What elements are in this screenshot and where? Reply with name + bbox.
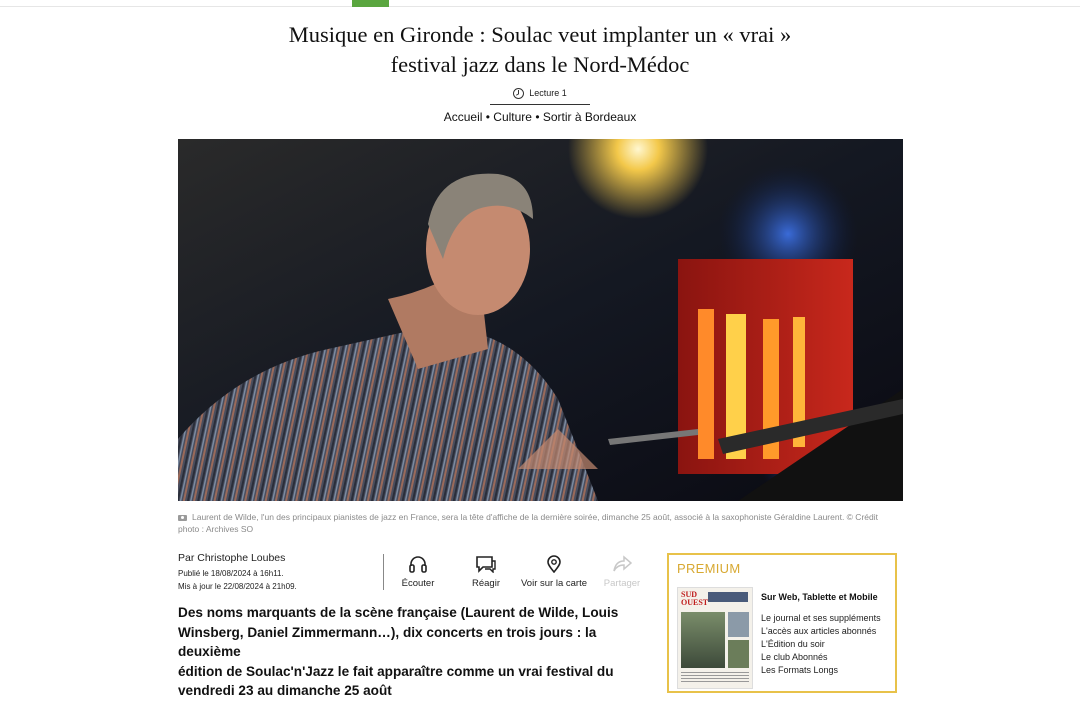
newspaper-thumbnail: SUD OUEST — [677, 587, 753, 689]
map-label: Voir sur la carte — [521, 578, 587, 589]
breadcrumb: Accueil • Culture • Sortir à Bordeaux — [443, 110, 637, 124]
author[interactable]: Par Christophe Loubes — [178, 552, 285, 564]
article-lead: Des noms marquants de la scène française… — [178, 605, 619, 698]
breadcrumb-item-accueil[interactable]: Accueil — [444, 110, 483, 124]
breadcrumb-item-sortir[interactable]: Sortir à Bordeaux — [543, 110, 636, 124]
top-divider — [0, 6, 1080, 7]
nav-active-indicator — [352, 0, 389, 7]
listen-label: Écouter — [401, 578, 435, 589]
breadcrumb-item-culture[interactable]: Culture — [493, 110, 532, 124]
comment-icon — [476, 556, 496, 573]
map-pin-icon — [547, 555, 561, 573]
published-date: Publié le 18/08/2024 à 16h11. — [178, 569, 284, 578]
share-icon — [613, 555, 632, 572]
premium-benefit: L'accès aux articles abonnés — [761, 626, 877, 636]
premium-benefit: Les Formats Longs — [761, 665, 839, 675]
updated-date: Mis à jour le 22/08/2024 à 21h09. — [178, 581, 297, 591]
react-label: Réagir — [472, 578, 500, 589]
article-dates: Publié le 18/08/2024 à 16h11. Mis à jour… — [178, 568, 297, 593]
reading-time-label: Lecture 1 — [529, 88, 567, 98]
newspaper-masthead: SUD OUEST — [681, 590, 709, 607]
reading-time: Lecture 1 — [490, 82, 590, 105]
premium-benefit: Le club Abonnés — [761, 652, 828, 662]
share-label: Partager — [603, 578, 641, 589]
premium-benefits: Le journal et ses suppléments L'accès au… — [761, 612, 881, 677]
premium-heading: Sur Web, Tablette et Mobile — [761, 592, 878, 602]
clock-icon — [513, 87, 525, 99]
article-title: Musique en Gironde : Soulac veut implant… — [288, 22, 792, 77]
share-button[interactable]: Partager — [582, 555, 662, 589]
premium-benefit: Le journal et ses suppléments — [761, 613, 881, 623]
article-photo[interactable] — [178, 139, 903, 501]
photo-caption: Laurent de Wilde, l'un des principaux pi… — [178, 512, 878, 534]
headphones-icon — [409, 556, 427, 573]
premium-label: PREMIUM — [677, 561, 741, 576]
premium-benefit: L'Édition du soir — [761, 639, 825, 649]
camera-icon — [178, 514, 187, 521]
premium-box[interactable]: PREMIUM SUD OUEST Sur Web, Tablette et Mo… — [667, 553, 897, 693]
